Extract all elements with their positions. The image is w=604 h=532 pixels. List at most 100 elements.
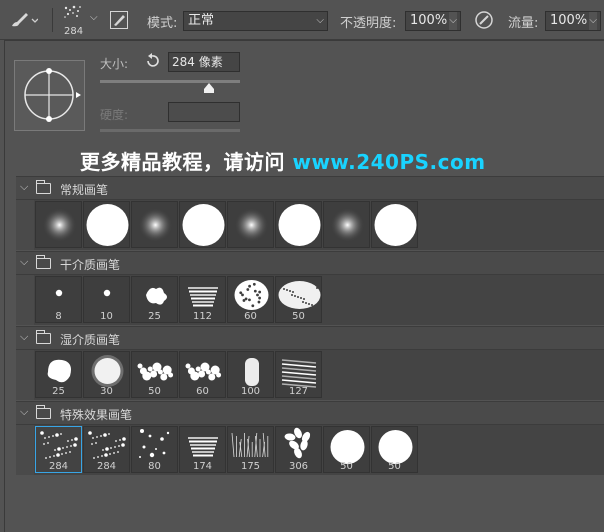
opacity-label: 不透明度: <box>340 16 397 31</box>
brush-preset-tile[interactable]: 60 <box>227 276 274 323</box>
brush-size-label: 284 <box>96 461 117 472</box>
brush-preset-tile[interactable] <box>371 201 418 248</box>
row-gutter <box>16 275 34 325</box>
brush-preset-tile[interactable]: 50 <box>323 426 370 473</box>
brush-preset-tile[interactable]: 112 <box>179 276 226 323</box>
brush-group-header[interactable]: ⌵ 湿介质画笔 <box>16 326 604 350</box>
brush-preset-tile[interactable] <box>131 201 178 248</box>
brush-tool-icon[interactable] <box>8 10 39 30</box>
row-gutter <box>16 425 34 475</box>
banner-text: 更多精品教程，请访问 <box>80 150 285 174</box>
brush-group-row <box>16 200 604 250</box>
brush-size-label: 50 <box>148 386 161 397</box>
brush-preset-tile[interactable] <box>35 201 82 248</box>
chevron-down-icon[interactable]: ⌵ <box>20 405 28 419</box>
brush-preset-tile[interactable] <box>227 201 274 248</box>
brush-preset-tile[interactable] <box>179 201 226 248</box>
flow-label: 流量: <box>508 16 539 31</box>
brush-size-label: 60 <box>196 386 209 397</box>
brush-tip-icon <box>86 204 129 246</box>
brush-preset-tile[interactable]: 80 <box>131 426 178 473</box>
brush-preset-thumbnail-icon <box>64 5 81 18</box>
brush-size-label: 50 <box>292 311 305 322</box>
brush-size-label: 10 <box>100 311 113 322</box>
brush-size-label: 306 <box>288 461 309 472</box>
folder-icon <box>35 180 51 194</box>
size-slider-thumb[interactable] <box>204 82 215 93</box>
brush-tip-preview[interactable] <box>14 60 85 131</box>
chevron-down-icon[interactable]: ⌵ <box>20 330 28 344</box>
brush-group-header[interactable]: ⌵ 干介质画笔 <box>16 251 604 275</box>
brush-group-row: 8 10 25 112 60 50 <box>16 275 604 325</box>
size-slider[interactable] <box>100 80 240 83</box>
brush-size-label: 60 <box>244 311 257 322</box>
brush-group-header[interactable]: ⌵ 常规画笔 <box>16 176 604 200</box>
brush-size-label: 284 <box>48 461 69 472</box>
brush-group-row: 284 284 80 174 175 306 50 50 <box>16 425 604 475</box>
brush-preset-tile[interactable]: 25 <box>35 351 82 398</box>
brush-preset-list: ⌵ 常规画笔 ⌵ 干介质画笔 8 10 25 112 60 50 ⌵ 湿介质画笔 25 30 50 60… <box>16 176 604 532</box>
chevron-down-icon: ⌵ <box>90 12 98 23</box>
hardness-slider <box>100 129 240 132</box>
brush-preset-tile[interactable]: 100 <box>227 351 274 398</box>
brush-settings-toggle-icon[interactable] <box>110 11 128 29</box>
brush-preset-tile[interactable]: 30 <box>83 351 130 398</box>
brush-preset-tile[interactable]: 306 <box>275 426 322 473</box>
brush-preset-tile[interactable]: 50 <box>131 351 178 398</box>
brush-size-label: 175 <box>240 461 261 472</box>
hardness-input <box>168 102 240 122</box>
brush-preset-tile[interactable]: 284 <box>83 426 130 473</box>
reset-size-icon[interactable] <box>144 53 160 69</box>
brush-size-label: 25 <box>52 386 65 397</box>
brush-size-label: 174 <box>192 461 213 472</box>
brush-size-label: 112 <box>192 311 213 322</box>
brush-preset-tile[interactable]: 175 <box>227 426 274 473</box>
brush-preset-tile[interactable] <box>323 201 370 248</box>
watermark-banner: 更多精品教程，请访问 www.240PS.com <box>80 146 486 175</box>
row-gutter <box>16 350 34 400</box>
mode-label: 模式: <box>147 16 178 31</box>
brush-tip-icon <box>330 208 365 242</box>
brush-preset-picker[interactable]: 284 ⌵ <box>60 4 104 38</box>
row-gutter <box>16 200 34 250</box>
brush-size-label: 80 <box>148 461 161 472</box>
mode-select[interactable]: 正常 ⌵ <box>183 11 328 31</box>
chevron-down-icon[interactable]: ⌵ <box>20 255 28 269</box>
chevron-down-icon[interactable]: ⌵ <box>20 180 28 194</box>
folder-icon <box>35 330 51 344</box>
hardness-label: 硬度: <box>100 108 129 122</box>
brush-tip-icon <box>374 204 417 246</box>
mode-select-value: 正常 <box>188 13 215 28</box>
brush-tip-icon <box>42 208 77 242</box>
chevron-down-icon: ⌵ <box>589 12 597 30</box>
flow-value: 100% <box>550 13 588 28</box>
chevron-down-icon: ⌵ <box>449 12 457 30</box>
chevron-down-icon: ⌵ <box>316 15 324 26</box>
brush-preset-tile[interactable]: 284 <box>35 426 82 473</box>
brush-preset-tile[interactable]: 50 <box>371 426 418 473</box>
brush-preset-tile[interactable] <box>83 201 130 248</box>
flow-field[interactable]: 100% ⌵ <box>545 11 601 31</box>
brush-preset-tile[interactable]: 60 <box>179 351 226 398</box>
pressure-opacity-icon[interactable] <box>474 10 494 30</box>
brush-size-label: 127 <box>288 386 309 397</box>
opacity-field[interactable]: 100% ⌵ <box>405 11 461 31</box>
brush-preset-tile[interactable]: 10 <box>83 276 130 323</box>
brush-size-label: 50 <box>340 461 353 472</box>
brush-size-label: 8 <box>55 311 62 322</box>
brush-tip-icon <box>234 208 269 242</box>
brush-preset-tile[interactable]: 174 <box>179 426 226 473</box>
brush-preset-tile[interactable]: 127 <box>275 351 322 398</box>
brush-group-name: 常规画笔 <box>60 183 109 197</box>
brush-group-header[interactable]: ⌵ 特殊效果画笔 <box>16 401 604 425</box>
brush-preset-tile[interactable]: 8 <box>35 276 82 323</box>
banner-url: www.240PS.com <box>292 150 486 174</box>
brush-tip-icon <box>182 204 225 246</box>
brush-preset-tile[interactable]: 50 <box>275 276 322 323</box>
brush-group-name: 湿介质画笔 <box>60 333 121 347</box>
size-input[interactable]: 284 像素 <box>168 52 240 72</box>
brush-preset-tile[interactable]: 25 <box>131 276 178 323</box>
size-label: 大小: <box>100 57 129 71</box>
brush-preset-tile[interactable] <box>275 201 322 248</box>
brush-size-label: 30 <box>100 386 113 397</box>
